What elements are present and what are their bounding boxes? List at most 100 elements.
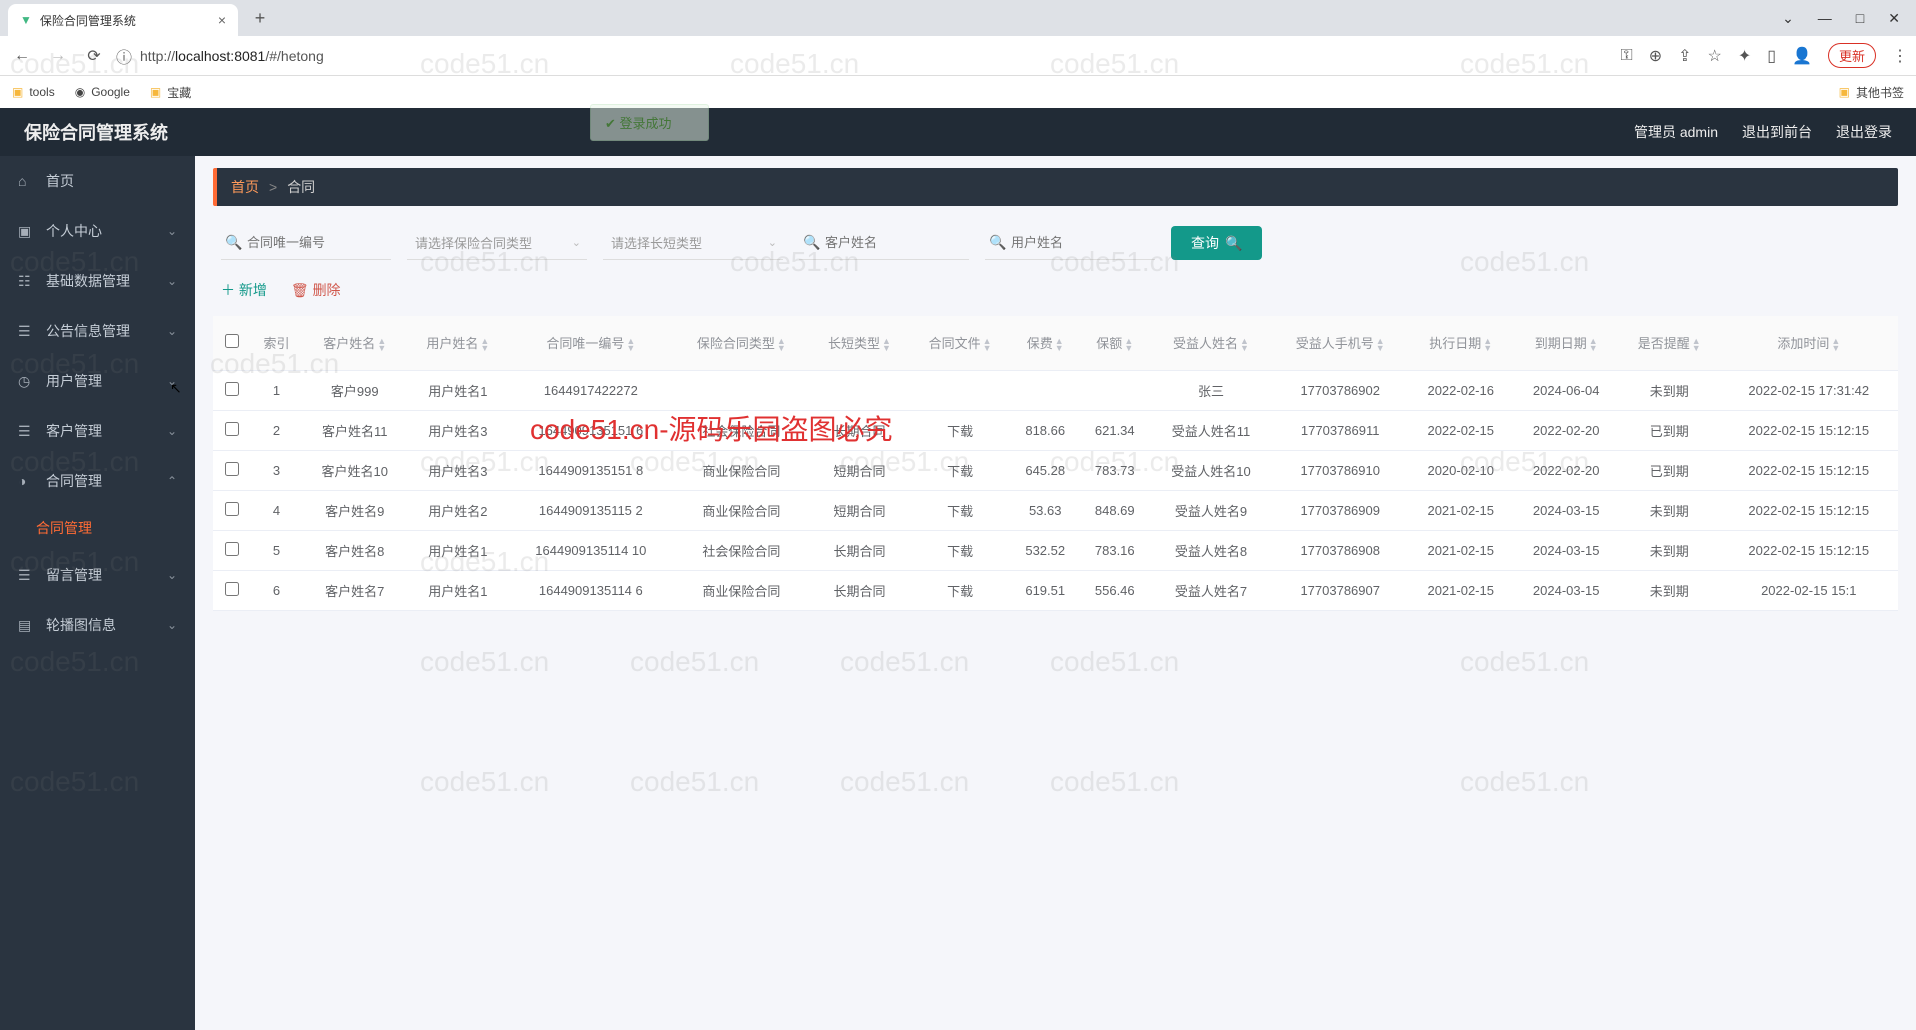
filter-customer-input[interactable] bbox=[799, 226, 969, 260]
col-14[interactable]: 是否提醒▲▼ bbox=[1619, 316, 1720, 370]
cursor-icon: ↖ bbox=[170, 380, 182, 397]
col-15[interactable]: 添加时间▲▼ bbox=[1720, 316, 1898, 370]
cell-warn: 未到期 bbox=[1619, 530, 1720, 570]
row-checkbox[interactable] bbox=[225, 542, 239, 556]
search-icon: 🔍 bbox=[803, 234, 820, 251]
filter-user-input[interactable] bbox=[985, 226, 1155, 260]
avatar-icon[interactable]: 👤 bbox=[1792, 46, 1812, 66]
col-10[interactable]: 受益人姓名▲▼ bbox=[1150, 316, 1273, 370]
sidebar-item-5[interactable]: ☰客户管理⌄ bbox=[0, 406, 195, 456]
query-button[interactable]: 查询🔍 bbox=[1171, 226, 1262, 260]
cell-amt: 848.69 bbox=[1080, 490, 1150, 530]
download-link[interactable]: 下载 bbox=[947, 464, 973, 479]
cell-code: 1644909135115 2 bbox=[508, 490, 673, 530]
col-7[interactable]: 合同文件▲▼ bbox=[910, 316, 1011, 370]
crumb-sep: > bbox=[269, 179, 277, 195]
download-link[interactable]: 下载 bbox=[947, 584, 973, 599]
puzzle-icon[interactable]: ✦ bbox=[1738, 46, 1751, 66]
admin-label[interactable]: 管理员 admin bbox=[1634, 122, 1718, 142]
sidebar-item-label: 合同管理 bbox=[46, 471, 102, 491]
close-icon[interactable]: × bbox=[218, 12, 226, 28]
sidebar-item-4[interactable]: ◷用户管理⌄ bbox=[0, 356, 195, 406]
sidebar-item-label: 客户管理 bbox=[46, 421, 102, 441]
crumb-home[interactable]: 首页 bbox=[231, 177, 259, 197]
col-4[interactable]: 合同唯一编号▲▼ bbox=[508, 316, 673, 370]
col-5[interactable]: 保险合同类型▲▼ bbox=[674, 316, 810, 370]
sidebar-item-7[interactable]: ☰留言管理⌄ bbox=[0, 550, 195, 600]
goto-front-link[interactable]: 退出到前台 bbox=[1742, 122, 1812, 142]
reader-icon[interactable]: ▯ bbox=[1767, 46, 1776, 66]
col-2[interactable]: 客户姓名▲▼ bbox=[302, 316, 407, 370]
vue-icon: ▼ bbox=[20, 13, 32, 27]
cell-user: 用户姓名2 bbox=[407, 490, 508, 530]
sidebar-item-6[interactable]: ◑合同管理⌃ bbox=[0, 456, 195, 506]
minimize-icon[interactable]: — bbox=[1818, 10, 1832, 27]
col-13[interactable]: 到期日期▲▼ bbox=[1513, 316, 1618, 370]
row-checkbox[interactable] bbox=[225, 382, 239, 396]
chevron-icon: ⌄ bbox=[167, 618, 177, 632]
col-12[interactable]: 执行日期▲▼ bbox=[1408, 316, 1513, 370]
bookmark-tools[interactable]: ▣tools bbox=[12, 85, 55, 99]
back-button[interactable]: ← bbox=[8, 42, 36, 70]
cell-warn: 已到期 bbox=[1619, 450, 1720, 490]
cell-bphone: 17703786908 bbox=[1272, 530, 1408, 570]
sidebar-item-1[interactable]: ▣个人中心⌄ bbox=[0, 206, 195, 256]
folder-icon: ▣ bbox=[1839, 85, 1850, 99]
col-6[interactable]: 长短类型▲▼ bbox=[809, 316, 910, 370]
row-checkbox[interactable] bbox=[225, 422, 239, 436]
download-link[interactable]: 下载 bbox=[947, 424, 973, 439]
browser-tab[interactable]: ▼ 保险合同管理系统 × bbox=[8, 4, 238, 36]
star-icon[interactable]: ☆ bbox=[1708, 46, 1722, 66]
sidebar-item-0[interactable]: ⌂首页 bbox=[0, 156, 195, 206]
menu-icon: ▤ bbox=[18, 617, 36, 634]
cell-ltype: 短期合同 bbox=[809, 450, 910, 490]
sidebar-item-3[interactable]: ☰公告信息管理⌄ bbox=[0, 306, 195, 356]
row-checkbox[interactable] bbox=[225, 462, 239, 476]
new-tab-button[interactable]: + bbox=[246, 4, 274, 32]
sidebar-item-8[interactable]: ▤轮播图信息⌄ bbox=[0, 600, 195, 650]
sidebar-subitem-contract[interactable]: 合同管理 bbox=[0, 506, 195, 550]
delete-button[interactable]: 🗑 删除 bbox=[291, 280, 341, 300]
col-8[interactable]: 保费▲▼ bbox=[1010, 316, 1080, 370]
cell-bname: 受益人姓名11 bbox=[1150, 410, 1273, 450]
row-checkbox[interactable] bbox=[225, 502, 239, 516]
zoom-icon[interactable]: ⊕ bbox=[1649, 46, 1662, 66]
key-icon[interactable]: ⚿ bbox=[1621, 47, 1633, 65]
col-11[interactable]: 受益人手机号▲▼ bbox=[1272, 316, 1408, 370]
close-window-icon[interactable]: ✕ bbox=[1888, 10, 1900, 27]
menu-icon: ▣ bbox=[18, 223, 36, 240]
cell-fee: 619.51 bbox=[1010, 570, 1080, 610]
logout-link[interactable]: 退出登录 bbox=[1836, 122, 1892, 142]
address-bar[interactable]: ⓘ http://localhost:8081/#/hetong bbox=[116, 42, 1613, 70]
col-3[interactable]: 用户姓名▲▼ bbox=[407, 316, 508, 370]
row-checkbox[interactable] bbox=[225, 582, 239, 596]
bookmark-other[interactable]: ▣其他书签 bbox=[1839, 84, 1904, 101]
chevron-down-icon[interactable]: ⌄ bbox=[1782, 10, 1794, 27]
update-button[interactable]: 更新 bbox=[1828, 43, 1876, 68]
cell-warn: 已到期 bbox=[1619, 410, 1720, 450]
reload-button[interactable]: ⟳ bbox=[80, 42, 108, 70]
search-icon: 🔍 bbox=[1225, 235, 1242, 252]
breadcrumb: 首页 > 合同 bbox=[213, 168, 1898, 206]
share-icon[interactable]: ⇪ bbox=[1678, 46, 1691, 66]
cell-ctype: 商业保险合同 bbox=[674, 450, 810, 490]
download-link[interactable]: 下载 bbox=[947, 544, 973, 559]
filter-duration-select[interactable]: 请选择长短类型 bbox=[603, 226, 783, 260]
download-link[interactable]: 下载 bbox=[947, 504, 973, 519]
bookmark-google[interactable]: ◉Google bbox=[75, 85, 130, 99]
cell-fee: 53.63 bbox=[1010, 490, 1080, 530]
maximize-icon[interactable]: □ bbox=[1856, 10, 1864, 27]
menu-icon: ☰ bbox=[18, 423, 36, 440]
add-button[interactable]: ＋ 新增 bbox=[221, 280, 267, 300]
menu-icon[interactable]: ⋮ bbox=[1892, 46, 1908, 66]
filter-contract-type-select[interactable]: 请选择保险合同类型 bbox=[407, 226, 587, 260]
col-9[interactable]: 保额▲▼ bbox=[1080, 316, 1150, 370]
checkbox-all[interactable] bbox=[225, 334, 239, 348]
col-1[interactable]: 索引 bbox=[251, 316, 302, 370]
bookmark-treasure[interactable]: ▣宝藏 bbox=[150, 84, 191, 101]
filter-code-input[interactable] bbox=[221, 226, 391, 260]
cell-time: 2022-02-15 15:12:15 bbox=[1720, 530, 1898, 570]
cell-bphone: 17703786911 bbox=[1272, 410, 1408, 450]
sidebar-item-2[interactable]: ☷基础数据管理⌄ bbox=[0, 256, 195, 306]
cell-bphone: 17703786902 bbox=[1272, 370, 1408, 410]
